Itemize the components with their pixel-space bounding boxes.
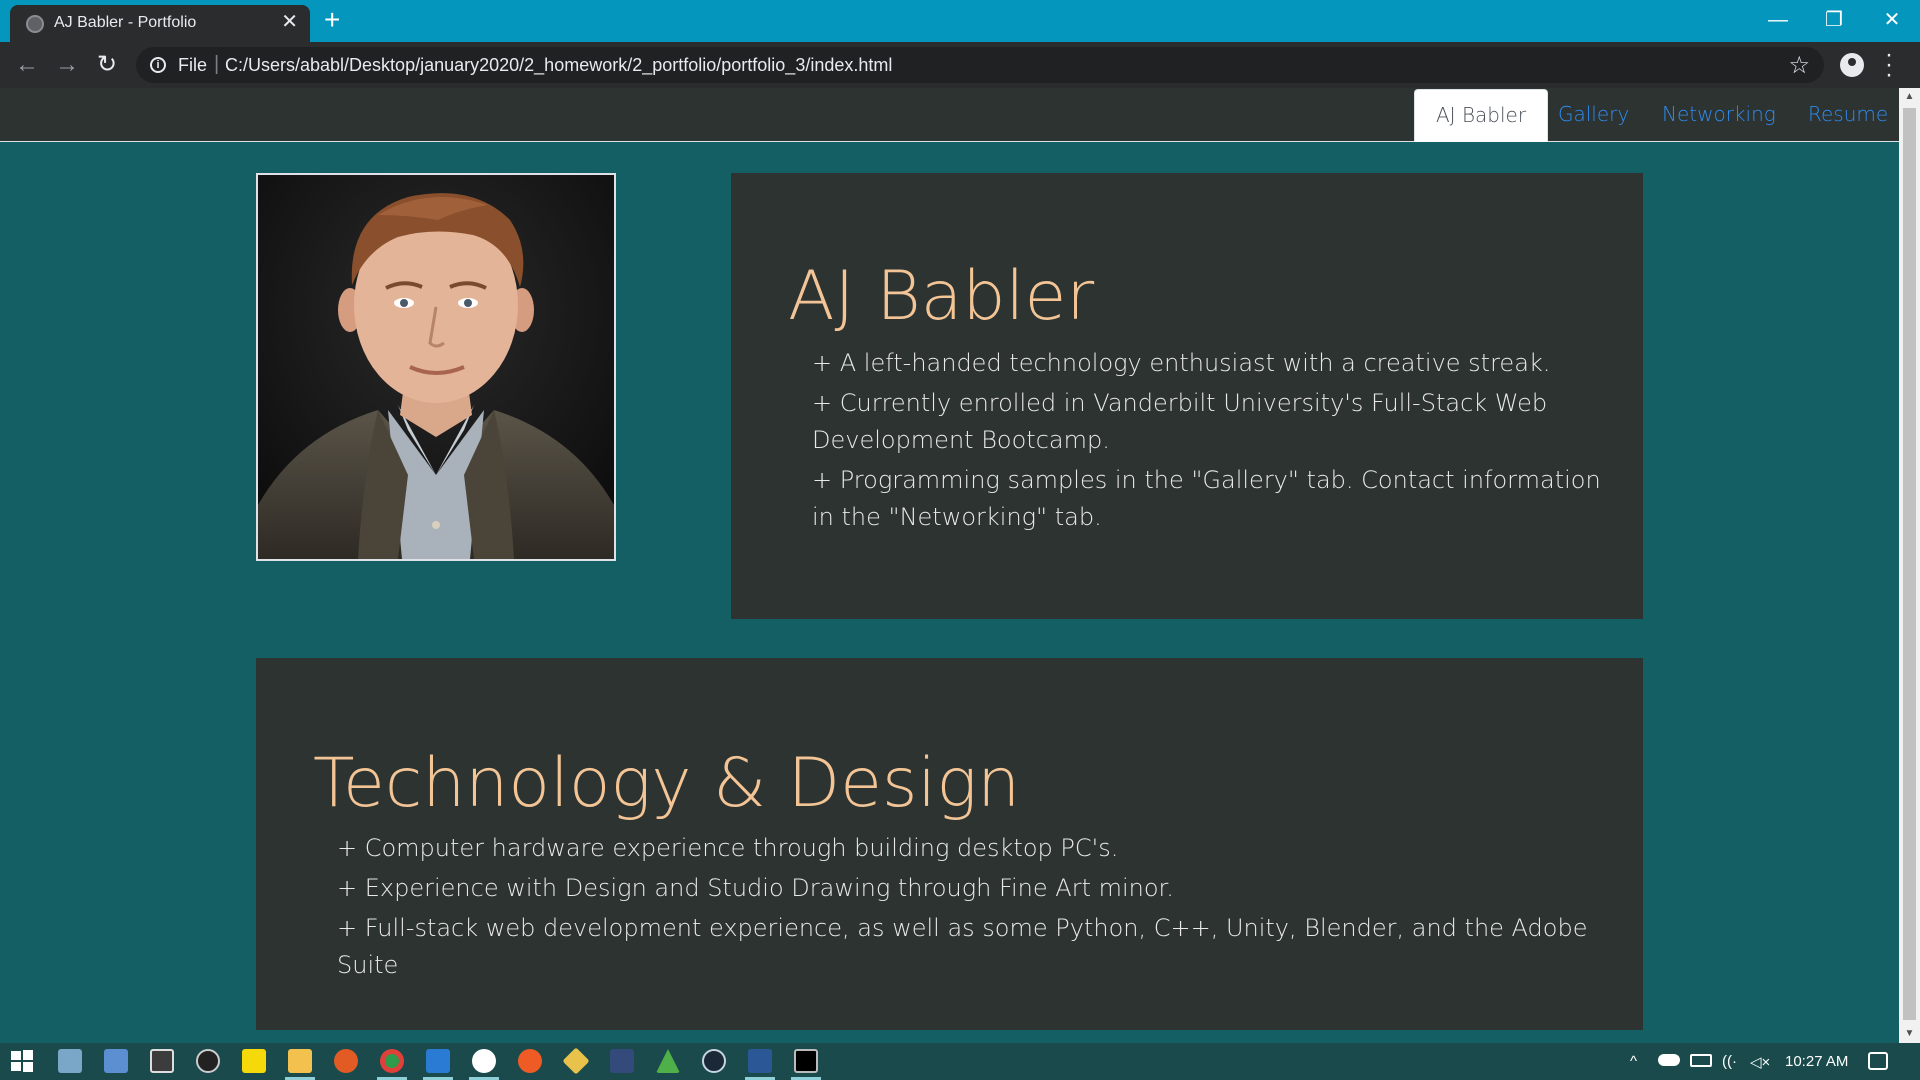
tab-close-icon[interactable]: ✕: [281, 11, 298, 33]
url-text[interactable]: C:/Users/ababl/Desktop/january2020/2_hom…: [225, 55, 892, 76]
scheme-label: File: [178, 55, 208, 75]
browser-tab[interactable]: AJ Babler - Portfolio ✕: [10, 5, 310, 42]
list-item: + Experience with Design and Studio Draw…: [337, 874, 1174, 902]
calculator-icon[interactable]: [150, 1049, 174, 1073]
file-explorer-icon[interactable]: [288, 1049, 312, 1073]
skills-title: Technology & Design: [313, 744, 1021, 823]
list-item: + A left-handed technology enthusiast wi…: [812, 349, 1551, 377]
windows-start-icon[interactable]: [10, 1049, 34, 1073]
about-title: AJ Babler: [788, 257, 1095, 336]
star-icon[interactable]: ☆: [1788, 51, 1810, 80]
portrait-illustration: [258, 175, 614, 559]
nav-tab-gallery[interactable]: Gallery: [1537, 89, 1650, 142]
about-card: AJ Babler + A left-handed technology ent…: [731, 173, 1643, 619]
android-studio-icon[interactable]: [656, 1049, 680, 1073]
skills-list: + Computer hardware experience through b…: [337, 830, 1617, 987]
minimize-button[interactable]: —: [1750, 0, 1806, 42]
people-icon[interactable]: [58, 1049, 82, 1073]
list-item: + Full-stack web development experience,…: [337, 914, 1588, 979]
skills-card: Technology & Design + Computer hardware …: [256, 658, 1643, 1030]
page-scrollbar[interactable]: ▲ ▼: [1899, 88, 1920, 1043]
git-icon[interactable]: [562, 1047, 590, 1075]
scroll-up-icon[interactable]: ▲: [1899, 88, 1920, 106]
profile-icon[interactable]: [1840, 53, 1864, 77]
volume-muted-icon[interactable]: ◁×: [1750, 1053, 1770, 1071]
postman-icon[interactable]: [518, 1049, 542, 1073]
firefox-icon[interactable]: [334, 1049, 358, 1073]
unity-icon[interactable]: [196, 1049, 220, 1073]
restore-button[interactable]: ❐: [1806, 0, 1862, 42]
reload-icon[interactable]: ↻: [92, 50, 122, 80]
profile-photo: [256, 173, 616, 561]
list-item: + Programming samples in the "Gallery" t…: [812, 466, 1601, 531]
windows-taskbar: ^ ((· ◁× 10:27 AM: [0, 1043, 1920, 1080]
wifi-icon[interactable]: ((·: [1722, 1053, 1737, 1070]
address-bar[interactable]: i File | C:/Users/ababl/Desktop/january2…: [136, 47, 1824, 83]
notification-icon[interactable]: [1868, 1052, 1888, 1070]
back-arrow-icon[interactable]: ←: [12, 50, 42, 80]
menu-dots-icon[interactable]: · · ·: [1884, 43, 1894, 87]
nav-tab-resume[interactable]: Resume: [1787, 89, 1899, 142]
ssms-icon[interactable]: [610, 1049, 634, 1073]
steam-icon[interactable]: [702, 1049, 726, 1073]
chrome-icon[interactable]: [380, 1049, 404, 1073]
page-viewport: AJ Babler Gallery Networking Resume AJ B…: [0, 88, 1899, 1043]
forward-arrow-icon[interactable]: →: [52, 50, 82, 80]
browser-toolbar: ← → ↻ i File | C:/Users/ababl/Desktop/ja…: [0, 42, 1920, 88]
slack-icon[interactable]: [472, 1049, 496, 1073]
close-window-button[interactable]: ✕: [1864, 0, 1920, 42]
terminal-icon[interactable]: [794, 1049, 818, 1073]
vscode-icon[interactable]: [426, 1049, 450, 1073]
clock[interactable]: 10:27 AM: [1785, 1053, 1848, 1070]
browser-title-bar: AJ Babler - Portfolio ✕ + — ❐ ✕: [0, 0, 1920, 42]
nav-tab-networking[interactable]: Networking: [1641, 89, 1797, 142]
about-list: + A left-handed technology enthusiast wi…: [812, 345, 1612, 539]
sticky-notes-icon[interactable]: [242, 1049, 266, 1073]
task-manager-icon[interactable]: [104, 1049, 128, 1073]
nav-tab-aj-babler[interactable]: AJ Babler: [1414, 89, 1549, 142]
list-item: + Computer hardware experience through b…: [337, 834, 1119, 862]
globe-icon: [26, 15, 44, 33]
site-nav: AJ Babler Gallery Networking Resume: [0, 88, 1899, 142]
onedrive-icon[interactable]: [1658, 1054, 1680, 1066]
chevron-up-icon[interactable]: ^: [1630, 1053, 1637, 1070]
word-icon[interactable]: [748, 1049, 772, 1073]
new-tab-button[interactable]: +: [324, 6, 340, 34]
list-item: + Currently enrolled in Vanderbilt Unive…: [812, 389, 1548, 454]
scroll-down-icon[interactable]: ▼: [1899, 1025, 1920, 1043]
scroll-thumb[interactable]: [1903, 108, 1916, 1020]
scheme-separator: |: [214, 53, 220, 75]
tab-title: AJ Babler - Portfolio: [54, 14, 197, 31]
battery-icon[interactable]: [1690, 1054, 1712, 1067]
info-icon[interactable]: i: [150, 57, 166, 73]
